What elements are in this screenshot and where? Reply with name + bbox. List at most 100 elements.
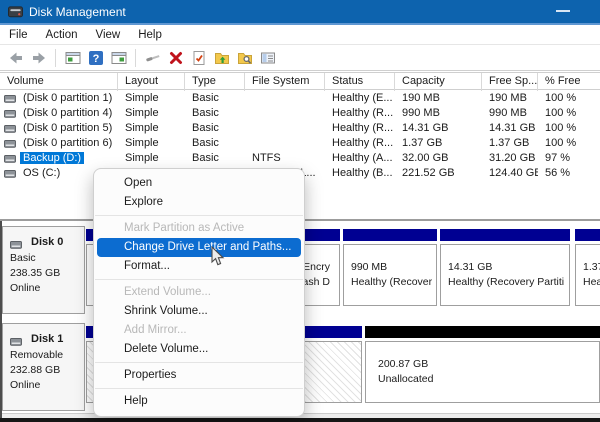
folder-up-icon[interactable]	[213, 50, 230, 67]
volume-name: (Disk 0 partition 5)	[20, 122, 115, 134]
menu-item-shrink-volume[interactable]: Shrink Volume...	[94, 302, 304, 321]
menu-item-explore[interactable]: Explore	[94, 193, 304, 212]
partition-cell[interactable]: 990 MBHealthy (Recover	[343, 226, 437, 314]
column-header-file-system[interactable]: File System	[245, 73, 325, 91]
cell-status: Healthy (E...	[325, 92, 395, 104]
volume-name: (Disk 0 partition 1)	[20, 92, 115, 104]
partition-color-bar	[343, 229, 437, 241]
menu-file[interactable]: File	[0, 29, 37, 41]
back-icon[interactable]	[7, 50, 24, 67]
menu-bar: File Action View Help	[0, 25, 600, 45]
menu-item-open[interactable]: Open	[94, 174, 304, 193]
details-icon[interactable]	[259, 50, 276, 67]
window-pane-icon[interactable]	[110, 50, 127, 67]
column-header-status[interactable]: Status	[325, 73, 395, 91]
forward-icon[interactable]	[30, 50, 47, 67]
disk-label-panel[interactable]: Disk 1 Removable 232.88 GB Online	[2, 323, 85, 411]
disk-size: 238.35 GB	[10, 266, 84, 281]
menu-item-extend-volume: Extend Volume...	[94, 283, 304, 302]
menu-view[interactable]: View	[87, 29, 130, 41]
check-document-icon[interactable]	[190, 50, 207, 67]
toolbar-separator	[135, 49, 136, 67]
menu-separator	[95, 388, 303, 389]
disk-management-window: Disk Management File Action View Help ? …	[0, 0, 600, 422]
delete-icon[interactable]	[167, 50, 184, 67]
window-border-left	[0, 221, 2, 422]
volume-name: OS (C:)	[20, 167, 63, 179]
cell-free-space: 1.37 GB	[482, 137, 538, 149]
table-row[interactable]: (Disk 0 partition 5) Simple Basic Health…	[0, 120, 600, 135]
svg-text:?: ?	[92, 53, 99, 65]
cell-type: Basic	[185, 152, 245, 164]
cell-pct-free: 100 %	[538, 137, 600, 149]
disk-name: Disk 0	[31, 235, 63, 250]
cell-status: Healthy (R...	[325, 107, 395, 119]
column-header-type[interactable]: Type	[185, 73, 245, 91]
partition-color-bar	[575, 229, 600, 241]
column-header-free-space[interactable]: Free Sp...	[482, 73, 538, 91]
partition-body: 14.31 GBHealthy (Recovery Partiti	[440, 244, 570, 306]
cell-capacity: 32.00 GB	[395, 152, 482, 164]
menu-item-add-mirror: Add Mirror...	[94, 321, 304, 340]
column-header-volume[interactable]: Volume	[0, 73, 118, 91]
cell-type: Basic	[185, 137, 245, 149]
cell-capacity: 190 MB	[395, 92, 482, 104]
disk-name: Disk 1	[31, 332, 63, 347]
volume-drive-icon	[4, 124, 16, 132]
disk-icon	[10, 239, 22, 247]
table-row[interactable]: (Disk 0 partition 1) Simple Basic Health…	[0, 90, 600, 105]
column-header-layout[interactable]: Layout	[118, 73, 185, 91]
volume-name: (Disk 0 partition 4)	[20, 107, 115, 119]
volume-table-header: Volume Layout Type File System Status Ca…	[0, 72, 600, 90]
disk-size: 232.88 GB	[10, 363, 84, 378]
menu-item-change-drive-letter-and-paths[interactable]: Change Drive Letter and Paths...	[97, 238, 301, 257]
partition-cell[interactable]: 200.87 GBUnallocated	[365, 323, 600, 411]
menu-item-delete-volume[interactable]: Delete Volume...	[94, 340, 304, 359]
window-tree-icon[interactable]	[64, 50, 81, 67]
volume-table-body: (Disk 0 partition 1) Simple Basic Health…	[0, 90, 600, 180]
cell-type: Basic	[185, 107, 245, 119]
folder-search-icon[interactable]	[236, 50, 253, 67]
partition-color-bar	[440, 229, 570, 241]
table-row[interactable]: (Disk 0 partition 4) Simple Basic Health…	[0, 105, 600, 120]
partition-label-line: Healthy (Recover	[351, 275, 436, 291]
partition-label-line: Unallocated	[378, 372, 599, 388]
menu-item-format[interactable]: Format...	[94, 257, 304, 276]
menu-help[interactable]: Help	[129, 29, 171, 41]
cell-status: Healthy (A...	[325, 152, 395, 164]
menu-action[interactable]: Action	[37, 29, 87, 41]
tool-icon[interactable]	[144, 50, 161, 67]
cell-layout: Simple	[118, 92, 185, 104]
menu-item-properties[interactable]: Properties	[94, 366, 304, 385]
disk-label-panel[interactable]: Disk 0 Basic 238.35 GB Online	[2, 226, 85, 314]
menu-separator	[95, 215, 303, 216]
minimize-button[interactable]	[556, 10, 570, 12]
mouse-cursor	[211, 246, 226, 267]
volume-drive-icon	[4, 94, 16, 102]
partition-label-line: Heal	[583, 275, 600, 291]
disk-icon	[10, 336, 22, 344]
cell-layout: Simple	[118, 122, 185, 134]
column-header-pct-free[interactable]: % Free	[538, 73, 600, 91]
cell-free-space: 31.20 GB	[482, 152, 538, 164]
partition-label-line: Healthy (Recovery Partiti	[448, 275, 569, 291]
disk-kind: Removable	[10, 348, 84, 363]
table-row[interactable]: Backup (D:) Simple Basic NTFS Healthy (A…	[0, 150, 600, 165]
column-header-capacity[interactable]: Capacity	[395, 73, 482, 91]
disk-status: Online	[10, 378, 84, 393]
volume-list: Volume Layout Type File System Status Ca…	[0, 72, 600, 180]
cell-pct-free: 100 %	[538, 107, 600, 119]
cell-type: Basic	[185, 92, 245, 104]
cell-pct-free: 97 %	[538, 152, 600, 164]
help-icon[interactable]: ?	[87, 50, 104, 67]
volume-drive-icon	[4, 154, 16, 162]
partition-body: 990 MBHealthy (Recover	[343, 244, 437, 306]
cell-capacity: 221.52 GB	[395, 167, 482, 179]
partition-cell[interactable]: 14.31 GBHealthy (Recovery Partiti	[440, 226, 570, 314]
title-bar: Disk Management	[0, 0, 600, 23]
menu-item-help[interactable]: Help	[94, 392, 304, 411]
disk-drive-icon	[8, 5, 23, 18]
table-row[interactable]: (Disk 0 partition 6) Simple Basic Health…	[0, 135, 600, 150]
cell-free-space: 124.40 GB	[482, 167, 538, 179]
partition-cell[interactable]: 1.37Heal	[575, 226, 600, 314]
